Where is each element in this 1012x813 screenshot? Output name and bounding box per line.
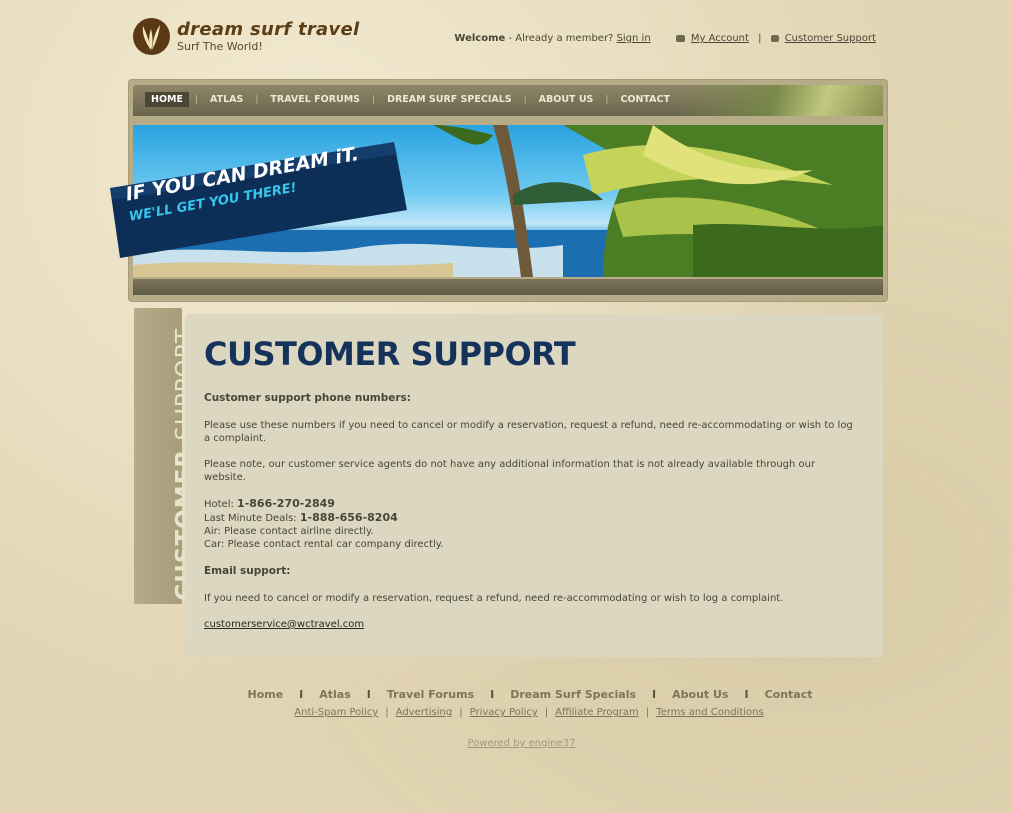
nav-separator: | xyxy=(605,94,609,105)
email-heading: Email support: xyxy=(204,565,291,577)
slogan-badge: IF YOU CAN DREAM iT. WE'LL GET YOU THERE… xyxy=(102,140,407,260)
hotel-phone: 1-866-270-2849 xyxy=(237,497,335,510)
nav-item-atlas[interactable]: ATLAS xyxy=(204,92,249,107)
footer-links-separator: | xyxy=(645,707,650,718)
footer-link-affiliate[interactable]: Affiliate Program xyxy=(555,707,639,718)
chat-bubble-icon xyxy=(770,34,779,42)
customer-support-link[interactable]: Customer Support xyxy=(785,33,876,44)
site-logo[interactable]: dream surf travel Surf The World! xyxy=(133,18,383,58)
car-line: Car: Please contact rental car company d… xyxy=(204,539,444,550)
footer-nav-separator: I xyxy=(490,688,495,701)
footer-link-advertising[interactable]: Advertising xyxy=(396,707,453,718)
footer-nav-separator: I xyxy=(652,688,657,701)
air-line: Air: Please contact airline directly. xyxy=(204,526,374,537)
footer-link-terms[interactable]: Terms and Conditions xyxy=(656,707,764,718)
logo-tagline: Surf The World! xyxy=(177,40,263,53)
nav-item-home[interactable]: HOME xyxy=(145,92,189,107)
nav-item-about-us[interactable]: ABOUT US xyxy=(533,92,600,107)
footer-nav-about-us[interactable]: About Us xyxy=(672,688,728,701)
page-title: CUSTOMER SUPPORT xyxy=(204,335,576,373)
footer-links-separator: | xyxy=(544,707,549,718)
footer-links-separator: | xyxy=(385,707,389,718)
nav-palm-decoration xyxy=(683,85,883,116)
side-section-label: CUSTOMER SUPPORT xyxy=(134,308,198,604)
nav-separator: | xyxy=(255,94,259,105)
lastminute-phone: 1-888-656-8204 xyxy=(299,511,398,524)
footer-nav-travel-forums[interactable]: Travel Forums xyxy=(387,688,474,701)
footer-link-privacy[interactable]: Privacy Policy xyxy=(470,707,538,718)
nav-separator: | xyxy=(523,94,527,105)
footer-nav-separator: I xyxy=(299,688,304,701)
main-nav: HOME | ATLAS | TRAVEL FORUMS | DREAM SUR… xyxy=(133,85,883,116)
sign-in-link[interactable]: Sign in xyxy=(617,33,651,44)
email-paragraph: If you need to cancel or modify a reserv… xyxy=(204,593,784,604)
footer-nav: Home I Atlas I Travel Forums I Dream Surf Spec… xyxy=(0,688,1012,701)
my-account-link[interactable]: My Account xyxy=(691,33,749,44)
phone-intro-paragraph: Please use these numbers if you need to … xyxy=(204,420,853,444)
nav-separator: | xyxy=(194,94,199,105)
footer-nav-atlas[interactable]: Atlas xyxy=(319,688,351,701)
content-panel: CUSTOMER SUPPORT Customer support phone … xyxy=(185,314,883,657)
footer-nav-home[interactable]: Home xyxy=(247,688,283,701)
footer-link-anti-spam[interactable]: Anti-Spam Policy xyxy=(294,707,378,718)
logo-name: dream surf travel xyxy=(177,19,360,40)
powered-by-link[interactable]: Powered by engine37 xyxy=(468,738,576,749)
footer-nav-dream-surf-specials[interactable]: Dream Surf Specials xyxy=(510,688,636,701)
footer-nav-contact[interactable]: Contact xyxy=(765,688,813,701)
palm-leaf-logo-icon xyxy=(133,18,170,55)
powered-by: Powered by engine37 xyxy=(0,738,1012,749)
top-links-separator: | xyxy=(758,33,762,44)
note-paragraph: Please note, our customer service agents… xyxy=(204,459,816,483)
footer-links-separator: | xyxy=(459,707,463,718)
users-icon xyxy=(675,34,685,42)
lastminute-label: Last Minute Deals: xyxy=(204,513,300,524)
footer-nav-separator: I xyxy=(366,688,371,701)
top-links: Welcome - Already a member? Sign in My A… xyxy=(454,33,876,44)
welcome-text: Welcome xyxy=(454,33,506,44)
nav-item-contact[interactable]: CONTACT xyxy=(614,92,676,107)
nav-item-dream-surf-specials[interactable]: DREAM SURF SPECIALS xyxy=(381,92,518,107)
phone-heading: Customer support phone numbers: xyxy=(204,392,411,404)
hotel-line: Hotel: 1-866-270-2849 xyxy=(204,497,854,511)
hotel-label: Hotel: xyxy=(204,499,238,510)
banner-bottom-bar xyxy=(133,279,883,295)
nav-item-travel-forums[interactable]: TRAVEL FORUMS xyxy=(264,92,366,107)
support-email-link[interactable]: customerservice@wctravel.com xyxy=(204,619,364,630)
nav-separator: | xyxy=(372,94,376,105)
already-member-text: - Already a member? xyxy=(505,33,617,44)
footer-legal-links: Anti-Spam Policy | Advertising | Privacy Pol… xyxy=(0,707,1012,718)
lastminute-line: Last Minute Deals: 1-888-656-8204 xyxy=(204,511,854,525)
footer-nav-separator: I xyxy=(744,688,749,701)
